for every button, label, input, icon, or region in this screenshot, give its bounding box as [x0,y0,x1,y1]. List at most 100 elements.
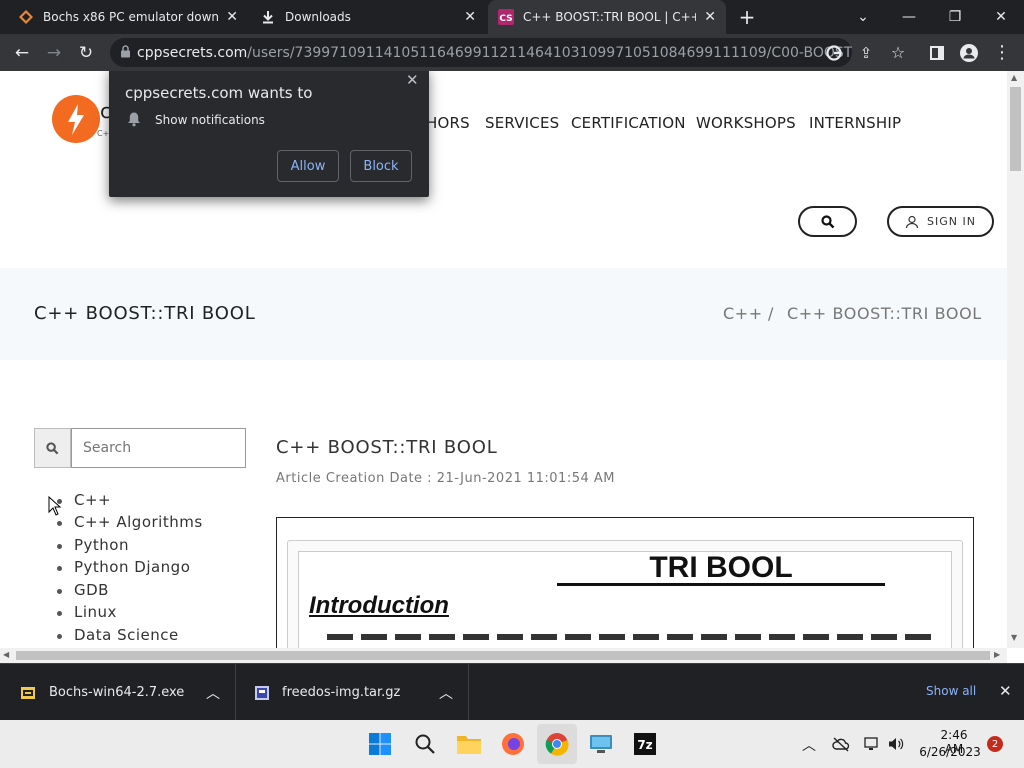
forward-icon[interactable]: → [38,34,70,71]
download-item-freedos[interactable]: freedos-img.tar.gz ︿ [237,664,469,721]
category-item-cpp-algorithms[interactable]: C++ Algorithms [57,513,203,531]
horizontal-scrollbar[interactable]: ◀ ▶ [0,648,1007,663]
category-item-cpp[interactable]: C++ [56,491,111,509]
close-tab-icon[interactable]: ✕ [704,9,716,25]
breadcrumb-separator: / [768,304,774,323]
lock-icon[interactable] [120,44,131,61]
chevron-up-icon[interactable]: ︿ [439,683,453,703]
minimize-button[interactable]: — [886,0,932,34]
category-item-data-science[interactable]: Data Science [57,626,179,644]
close-icon[interactable]: ✕ [406,71,419,89]
notification-permission-popup: cppsecrets.com wants to ✕ Show notificat… [109,71,429,197]
tray-overflow-icon[interactable]: ︿ [802,735,816,755]
cloud-offline-icon[interactable] [832,736,850,752]
nav-internship[interactable]: INTERNSHIP [809,114,901,132]
sign-in-button[interactable]: SIGN IN [887,206,994,237]
chevron-up-icon[interactable]: ︿ [206,683,220,703]
tab-bochs[interactable]: Bochs x86 PC emulator download ✕ [8,0,248,34]
category-item-python[interactable]: Python [57,536,129,554]
hscroll-thumb[interactable] [16,651,990,660]
url-path: /users/739971091141051164699112114641031… [247,44,852,61]
reload-icon[interactable]: ↻ [70,34,102,71]
search-icon [820,214,834,228]
network-icon[interactable] [864,736,880,752]
category-item-python-django[interactable]: Python Django [56,558,190,576]
new-tab-button[interactable]: + [725,0,769,34]
taskbar-firefox[interactable] [493,724,533,764]
scroll-left-icon[interactable]: ◀ [3,650,9,659]
scrollbar-thumb[interactable] [1010,87,1021,171]
cs-favicon: CS [498,9,514,25]
tab-title: C++ BOOST::TRI BOOL | C++ | cppsecrets.c… [523,10,697,24]
scroll-right-icon[interactable]: ▶ [994,650,1000,659]
sidebar-search-input[interactable] [71,428,246,468]
search-icon [415,734,435,754]
article-heading: TRI BOOL [557,552,885,586]
download-filename: freedos-img.tar.gz [282,685,401,700]
address-bar[interactable]: cppsecrets.com/users/7399710911410511646… [110,38,852,67]
nav-certification[interactable]: CERTIFICATION [571,114,686,132]
vertical-scrollbar[interactable]: ▲ ▼ [1007,71,1024,648]
taskbar-7zip[interactable]: 7z [625,724,665,764]
bochs-favicon [18,9,34,25]
download-filename: Bochs-win64-2.7.exe [49,685,185,700]
sidebar-search-button[interactable] [34,428,71,468]
taskbar-terminal[interactable] [581,724,621,764]
google-lens-icon[interactable] [818,34,850,71]
taskbar-file-explorer[interactable] [449,724,489,764]
profile-icon[interactable] [953,34,985,71]
menu-dots-icon[interactable]: ⋮ [986,34,1018,71]
7zip-icon: 7z [634,733,656,755]
notification-badge[interactable]: 2 [987,736,1003,752]
close-download-bar-icon[interactable]: ✕ [999,682,1012,700]
site-search-button[interactable] [798,206,857,237]
article-frame: TRI BOOL Introduction [287,540,963,648]
breadcrumb-cpp[interactable]: C++ [723,304,763,323]
browser-toolbar: ← → ↻ cppsecrets.com/users/7399710911410… [0,34,1024,71]
logo-tagline: C+ [97,129,110,138]
windows-logo-icon [369,733,391,755]
close-tab-icon[interactable]: ✕ [464,9,476,25]
tab-cppsecrets[interactable]: CS C++ BOOST::TRI BOOL | C++ | cppsecret… [488,0,726,34]
tab-search-icon[interactable]: ⌄ [840,0,886,34]
monitor-icon [590,735,612,753]
site-logo[interactable] [52,95,100,143]
category-item-gdb[interactable]: GDB [57,581,109,599]
lightning-icon [68,104,84,135]
scroll-down-icon[interactable]: ▼ [1011,633,1017,642]
user-icon [905,215,919,228]
tab-downloads[interactable]: Downloads ✕ [250,0,486,34]
article-content: TRI BOOL Introduction [298,551,952,648]
archive-file-icon [255,685,269,700]
category-item-linux[interactable]: Linux [57,603,117,621]
share-icon[interactable]: ⇪ [850,34,882,71]
nav-services[interactable]: SERVICES [485,114,559,132]
restore-button[interactable]: ❐ [932,0,978,34]
clock-date[interactable]: 6/26/2023 [919,745,981,759]
page-title: C++ BOOST::TRI BOOL [34,303,256,324]
web-page: c C+ HORS SERVICES CERTIFICATION WORKSHO… [0,71,1007,648]
scroll-up-icon[interactable]: ▲ [1011,73,1017,82]
bookmark-star-icon[interactable]: ☆ [882,34,914,71]
close-window-button[interactable]: ✕ [978,0,1024,34]
allow-button[interactable]: Allow [277,150,339,182]
taskbar-chrome[interactable] [537,724,577,764]
exe-file-icon [21,686,35,699]
show-all-button[interactable]: Show all [926,684,976,698]
volume-icon[interactable] [888,736,904,752]
svg-text:CS: CS [499,14,512,24]
close-tab-icon[interactable]: ✕ [226,9,238,25]
back-icon[interactable]: ← [6,34,38,71]
nav-workshops[interactable]: WORKSHOPS [696,114,796,132]
bell-icon [128,112,140,127]
folder-icon [457,736,481,754]
sign-in-label: SIGN IN [927,215,976,228]
search-icon [46,441,59,454]
nav-authors[interactable]: HORS [426,114,470,132]
taskbar-search-button[interactable] [405,724,445,764]
side-panel-icon[interactable] [921,34,953,71]
download-item-bochs[interactable]: Bochs-win64-2.7.exe ︿ [0,664,236,721]
start-button[interactable] [360,724,400,764]
block-button[interactable]: Block [350,150,412,182]
page-title-band: C++ BOOST::TRI BOOL C++ / C++ BOOST::TRI… [0,268,1007,360]
